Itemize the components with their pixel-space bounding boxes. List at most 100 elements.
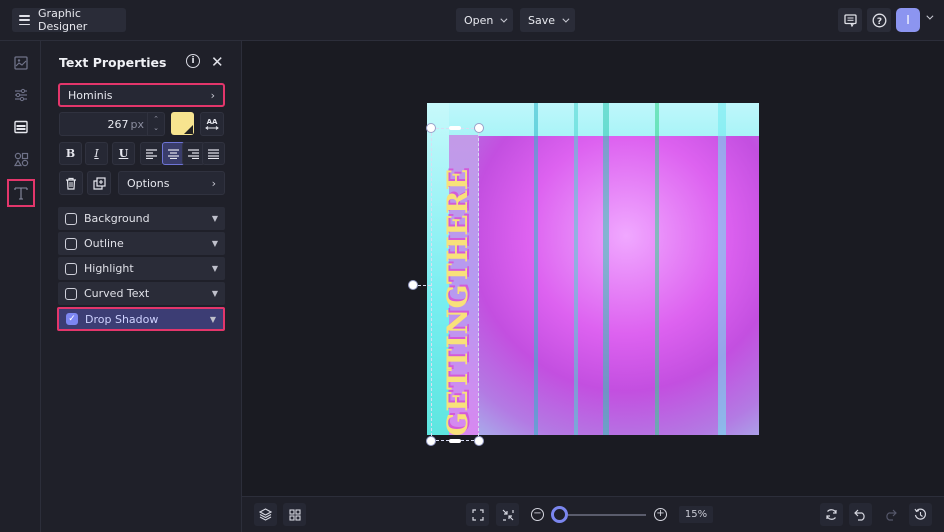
underline-button[interactable]: U xyxy=(112,142,135,165)
app-menu-button[interactable]: Graphic Designer xyxy=(12,7,126,33)
resize-handle-bottom[interactable] xyxy=(449,439,461,443)
open-label: Open xyxy=(464,13,494,27)
effect-label: Highlight xyxy=(84,262,134,275)
font-size-stepper[interactable]: ⌃ ⌄ xyxy=(147,112,165,136)
italic-button[interactable]: I xyxy=(85,142,108,165)
help-button[interactable]: ? xyxy=(867,8,891,32)
effect-label: Drop Shadow xyxy=(85,312,159,326)
bold-icon: B xyxy=(65,147,76,160)
rail-item-graphics[interactable] xyxy=(8,146,34,172)
effect-highlight[interactable]: Highlight ▼ xyxy=(58,257,225,280)
undo-icon xyxy=(854,509,865,521)
align-left-button[interactable] xyxy=(140,142,163,165)
rail-item-layout[interactable] xyxy=(8,114,34,140)
layers-icon xyxy=(259,508,272,521)
redo-icon xyxy=(886,509,897,521)
chevron-down-icon: ▼ xyxy=(211,214,218,223)
rail-item-image[interactable] xyxy=(8,50,34,76)
app-title: Graphic Designer xyxy=(38,7,88,33)
chevron-down-icon[interactable]: ⌄ xyxy=(153,124,159,133)
effect-drop-shadow[interactable]: ✓ Drop Shadow ▼ xyxy=(57,307,225,331)
align-justify-icon xyxy=(208,148,219,159)
font-size-input[interactable]: 267 px xyxy=(59,112,149,136)
align-center-icon xyxy=(168,148,179,159)
resize-handle-bottom-right[interactable] xyxy=(474,436,484,446)
drop-shadow-checkbox[interactable]: ✓ xyxy=(66,313,78,325)
image-icon xyxy=(14,56,28,70)
bold-button[interactable]: B xyxy=(59,142,82,165)
rail-item-text[interactable] xyxy=(7,179,35,207)
resize-handle-top-right[interactable] xyxy=(474,123,484,133)
zoom-slider-track[interactable] xyxy=(568,514,646,516)
align-left-icon xyxy=(146,148,157,159)
background-checkbox[interactable] xyxy=(65,212,77,225)
underline-icon: U xyxy=(118,147,129,160)
expand-icon xyxy=(471,508,484,521)
text-icon xyxy=(14,187,28,200)
comments-button[interactable] xyxy=(838,8,862,32)
italic-icon: I xyxy=(94,147,99,160)
duplicate-icon xyxy=(92,176,106,190)
glitch-stripe xyxy=(574,103,578,435)
rail-item-adjustments[interactable] xyxy=(8,82,34,108)
duplicate-button[interactable] xyxy=(87,171,111,195)
chevron-down-icon xyxy=(500,15,508,23)
fit-screen-button[interactable] xyxy=(466,503,489,526)
glitch-stripe xyxy=(603,103,609,435)
effect-background[interactable]: Background ▼ xyxy=(58,207,225,230)
zoom-out-icon[interactable]: − xyxy=(531,508,544,521)
resize-handle-bottom-left[interactable] xyxy=(426,436,436,446)
delete-button[interactable] xyxy=(59,171,83,195)
info-icon[interactable]: i xyxy=(186,54,200,68)
options-label: Options xyxy=(127,176,170,190)
open-button[interactable]: Open xyxy=(456,8,514,32)
zoom-in-icon[interactable]: + xyxy=(654,508,667,521)
rotate-connector xyxy=(418,285,431,286)
top-bar: Graphic Designer Open Save ? I xyxy=(0,0,944,41)
rotate-handle[interactable] xyxy=(408,280,418,290)
chevron-down-icon: ▼ xyxy=(211,289,218,298)
text-color-swatch[interactable] xyxy=(171,112,194,135)
letter-spacing-button[interactable]: AA xyxy=(200,112,224,136)
highlight-checkbox[interactable] xyxy=(65,262,77,275)
chevron-up-icon[interactable]: ⌃ xyxy=(153,115,159,124)
font-select[interactable]: Hominis › xyxy=(58,83,225,107)
reset-button[interactable] xyxy=(820,503,843,526)
grid-button[interactable] xyxy=(283,503,306,526)
curved-text-checkbox[interactable] xyxy=(65,287,77,300)
trash-icon xyxy=(66,177,76,190)
zoom-slider-handle[interactable] xyxy=(551,506,568,523)
shapes-icon xyxy=(13,152,28,166)
glitch-stripe xyxy=(655,103,659,435)
align-justify-button[interactable] xyxy=(202,142,225,165)
glitch-stripe xyxy=(534,103,538,435)
shrink-button[interactable] xyxy=(496,503,519,526)
grid-icon xyxy=(288,508,301,521)
layers-button[interactable] xyxy=(254,503,277,526)
zoom-value[interactable]: 15% xyxy=(679,506,713,523)
svg-text:?: ? xyxy=(876,16,881,26)
save-button[interactable]: Save xyxy=(520,8,576,32)
history-icon xyxy=(914,508,927,520)
selection-box[interactable] xyxy=(431,128,479,441)
options-button[interactable]: Options › xyxy=(118,171,225,195)
svg-text:AA: AA xyxy=(207,118,218,126)
layout-icon xyxy=(14,120,28,134)
resize-handle-top[interactable] xyxy=(449,126,461,130)
effect-outline[interactable]: Outline ▼ xyxy=(58,232,225,255)
redo-button[interactable] xyxy=(879,503,902,526)
chevron-down-icon[interactable] xyxy=(926,12,934,20)
effect-curved-text[interactable]: Curved Text ▼ xyxy=(58,282,225,305)
chevron-down-icon: ▼ xyxy=(209,314,216,324)
help-icon: ? xyxy=(872,13,886,27)
user-avatar[interactable]: I xyxy=(896,8,920,32)
chevron-down-icon xyxy=(562,15,570,23)
effect-label: Background xyxy=(84,212,150,225)
tool-rail xyxy=(0,41,41,532)
menu-icon xyxy=(19,15,31,25)
resize-handle-top-left[interactable] xyxy=(426,123,436,133)
outline-checkbox[interactable] xyxy=(65,237,77,250)
history-button[interactable] xyxy=(909,503,932,526)
undo-button[interactable] xyxy=(849,503,872,526)
close-icon[interactable]: ✕ xyxy=(211,53,224,71)
